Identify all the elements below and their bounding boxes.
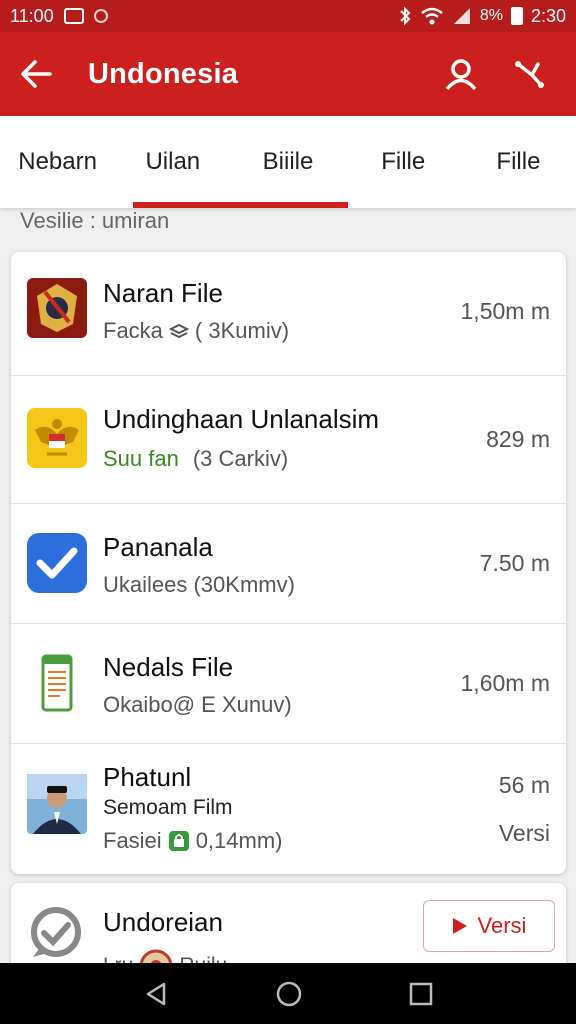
file-name: Phatunl [103,762,192,792]
battery-percent: 8% [479,7,503,24]
nav-recents-icon[interactable] [409,982,433,1006]
notification-icon [63,8,84,24]
check-circle-icon [31,907,81,957]
back-arrow-icon[interactable] [20,59,54,89]
status-time-right: 2:30 [530,5,566,26]
file-meta-text: Suu fan [103,446,179,471]
status-time-left: 11:00 [10,5,54,26]
list-item[interactable]: Nedals File Okaibo@ E Xunuv) 1,60m m [11,624,566,744]
list-item[interactable]: Undinghaan Unlanalsim Suu fan (3 Carkiv)… [11,376,566,504]
section-label: Vesilie : umiran [20,208,170,233]
file-size: 7.50 m [479,550,550,576]
file-size: 1,50m m [460,298,550,324]
share-icon[interactable] [514,59,546,89]
file-meta: Fasiei 0,14mm) [103,828,282,854]
nav-home-icon[interactable] [275,980,303,1008]
file-name: Pananala [103,532,213,562]
wifi-icon [421,7,443,25]
checkmark-icon [27,533,87,593]
file-meta-text: Fasiei [103,828,162,853]
list-item[interactable]: Phatunl Semoam Film Fasiei 0,14mm) 56 m … [11,744,566,874]
signal-icon [453,8,470,24]
version-button-label: Versi [477,913,527,938]
app-bar: Undonesia [0,32,576,116]
file-name: Undinghaan Unlanalsim [103,404,380,434]
file-name: Undoreian [103,907,223,937]
tab-biiile[interactable]: Biiile [230,116,345,208]
tab-fille-1[interactable]: Fille [346,116,461,208]
lock-icon [168,831,189,851]
file-size: 829 m [486,426,550,452]
file-meta-count: (3 Carkiv) [192,446,289,471]
status-bar: 11:00 8% 2:30 [0,0,576,32]
tab-bar: Nebarn Uilan Biiile Fille Fille [0,116,576,208]
nav-back-icon[interactable] [143,981,169,1007]
file-meta: Suu fan (3 Carkiv) [103,446,288,472]
file-meta-text: Facka [103,318,163,343]
person-photo-icon [27,774,87,834]
list-item[interactable]: Naran File Facka ( 3Kumiv) 1,50m m [11,252,566,376]
app-notification-icon [93,9,108,23]
tab-uilan[interactable]: Uilan [115,116,230,208]
file-meta-count: ( 3Kumiv) [194,318,290,343]
system-nav-bar [0,963,576,1024]
file-size: 56 m [498,772,550,798]
file-name: Naran File [103,278,223,308]
page-title: Undonesia [88,57,239,90]
file-meta-count: 0,14mm) [195,828,283,853]
battery-icon [510,7,523,25]
version-button[interactable]: Versi [423,900,555,952]
file-meta: Ukailees (30Kmmv) [103,572,295,597]
tab-nebarn[interactable]: Nebarn [0,116,115,208]
document-icon [41,654,73,712]
garuda-icon [27,408,87,468]
file-meta: Okaibo@ E Xunuv) [103,692,292,717]
list-item[interactable]: Pananala Ukailees (30Kmmv) 7.50 m [11,504,566,624]
version-link[interactable]: Versi [499,820,550,847]
emblem-icon [27,278,87,338]
file-meta: Facka ( 3Kumiv) [103,318,289,344]
tab-fille-2[interactable]: Fille [461,116,576,208]
file-list: Naran File Facka ( 3Kumiv) 1,50m m Undin… [11,252,566,874]
file-subtitle: Semoam Film [103,796,233,819]
layers-icon [168,323,189,339]
file-name: Nedals File [103,652,234,682]
bluetooth-icon [400,7,411,25]
play-icon [452,918,467,934]
file-size: 1,60m m [460,670,550,696]
user-icon[interactable] [444,58,478,90]
